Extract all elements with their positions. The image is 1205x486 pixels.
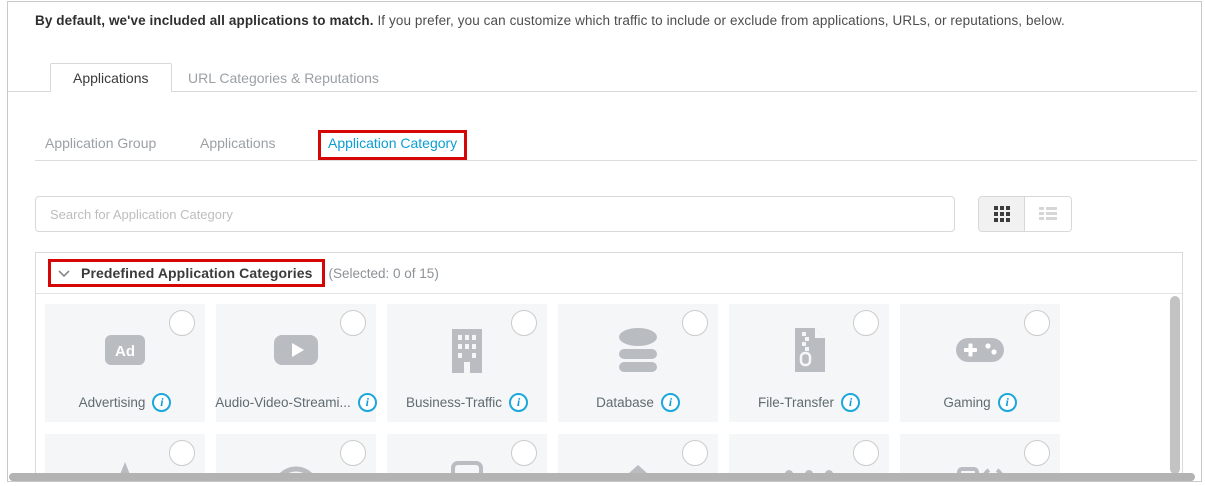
category-card-partial[interactable] <box>558 434 718 473</box>
home-icon <box>558 454 718 473</box>
section-title: Predefined Application Categories <box>81 265 313 281</box>
ad-badge-icon: Ad <box>45 324 205 376</box>
annotation-red-box: Application Category <box>318 130 468 160</box>
info-icon[interactable]: i <box>509 393 529 412</box>
category-card-partial[interactable] <box>729 434 889 473</box>
info-icon[interactable]: i <box>357 393 377 412</box>
category-label: Business-Traffic <box>405 395 503 410</box>
selected-count: (Selected: 0 of 15) <box>328 265 439 281</box>
view-toggle <box>978 196 1072 232</box>
window-code-icon <box>900 454 1060 473</box>
database-icon <box>558 324 718 376</box>
arc-icon <box>216 454 376 473</box>
list-view-icon <box>1039 207 1057 221</box>
tab-applications[interactable]: Applications <box>50 63 172 92</box>
tab-url-categories[interactable]: URL Categories & Reputations <box>170 63 397 92</box>
annotation-red-box: Predefined Application Categories <box>48 259 325 287</box>
play-video-icon <box>216 324 376 376</box>
dots-icon <box>729 454 889 473</box>
category-card-partial[interactable] <box>900 434 1060 473</box>
category-label: Database <box>596 395 654 410</box>
subtab-application-group[interactable]: Application Group <box>45 135 156 151</box>
intro-rest: If you prefer, you can customize which t… <box>373 13 1065 28</box>
category-card-partial[interactable] <box>387 434 547 473</box>
intro-text: By default, we've included all applicati… <box>35 13 1185 28</box>
info-icon[interactable]: i <box>841 393 860 412</box>
subtab-application-category[interactable]: Application Category <box>328 135 457 151</box>
category-grid: Ad Advertising i Audio-Video-Streami... … <box>36 294 1182 473</box>
category-card-partial[interactable] <box>216 434 376 473</box>
info-icon[interactable]: i <box>997 393 1017 412</box>
category-card-advertising[interactable]: Ad Advertising i <box>45 304 205 422</box>
list-view-button[interactable] <box>1025 197 1071 231</box>
horizontal-scrollbar[interactable] <box>9 473 1195 481</box>
category-card-partial[interactable] <box>45 434 205 473</box>
info-icon[interactable]: i <box>660 393 680 412</box>
svg-text:Ad: Ad <box>115 343 135 360</box>
info-icon[interactable]: i <box>152 393 172 412</box>
category-label: Gaming <box>943 395 991 410</box>
category-label: Advertising <box>78 395 146 410</box>
subtab-divider <box>35 160 1197 161</box>
intro-bold: By default, we've included all applicati… <box>35 13 374 28</box>
mountain-icon <box>45 454 205 473</box>
subtab-applications[interactable]: Applications <box>200 135 276 151</box>
category-card-gaming[interactable]: Gaming i <box>900 304 1060 422</box>
gamepad-icon <box>900 324 1060 376</box>
predefined-categories-panel: Predefined Application Categories (Selec… <box>35 252 1183 473</box>
category-label: Audio-Video-Streami... <box>215 395 351 410</box>
building-icon <box>387 324 547 376</box>
category-card-database[interactable]: Database i <box>558 304 718 422</box>
category-card-file-transfer[interactable]: File-Transfer i <box>729 304 889 422</box>
category-label: File-Transfer <box>757 395 834 410</box>
zip-file-icon <box>729 324 889 376</box>
category-card-business-traffic[interactable]: Business-Traffic i <box>387 304 547 422</box>
category-card-audio-video-streaming[interactable]: Audio-Video-Streami... i <box>215 304 377 422</box>
grid-view-button[interactable] <box>979 197 1025 231</box>
vertical-scrollbar[interactable] <box>1170 296 1180 473</box>
search-input[interactable] <box>35 196 955 232</box>
chevron-down-icon[interactable] <box>57 269 71 278</box>
grid-view-icon <box>993 206 1010 222</box>
application-match-dialog: By default, we've included all applicati… <box>0 0 1205 486</box>
rounded-square-icon <box>387 454 547 473</box>
section-header[interactable]: Predefined Application Categories (Selec… <box>36 253 1182 294</box>
